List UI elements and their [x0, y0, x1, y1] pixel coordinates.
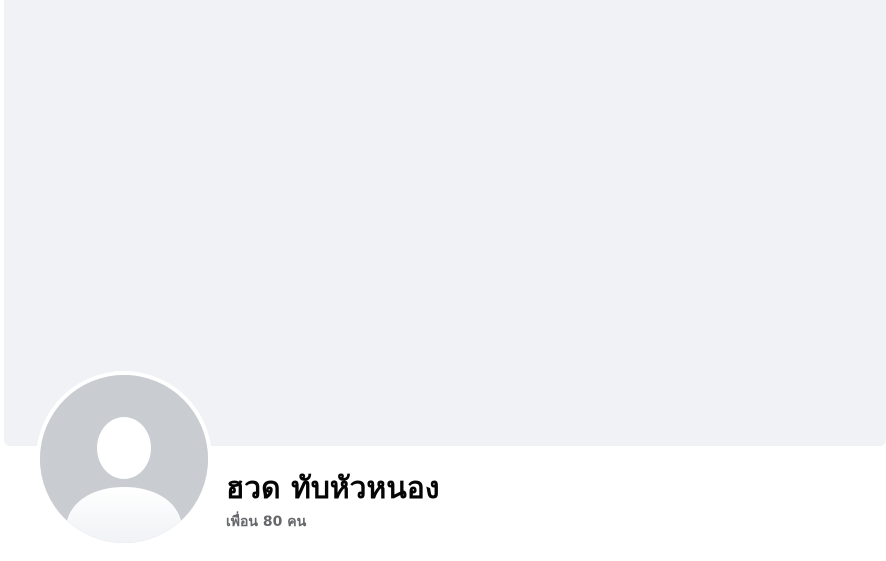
- friends-count[interactable]: เพื่อน 80 คน: [226, 512, 306, 532]
- avatar[interactable]: [40, 375, 208, 543]
- default-person-silhouette-icon: [40, 375, 208, 543]
- profile-name[interactable]: ฮวด ทับหัวหนอง: [226, 470, 439, 508]
- profile-page: ฮวด ทับหัวหนอง เพื่อน 80 คน: [0, 0, 886, 561]
